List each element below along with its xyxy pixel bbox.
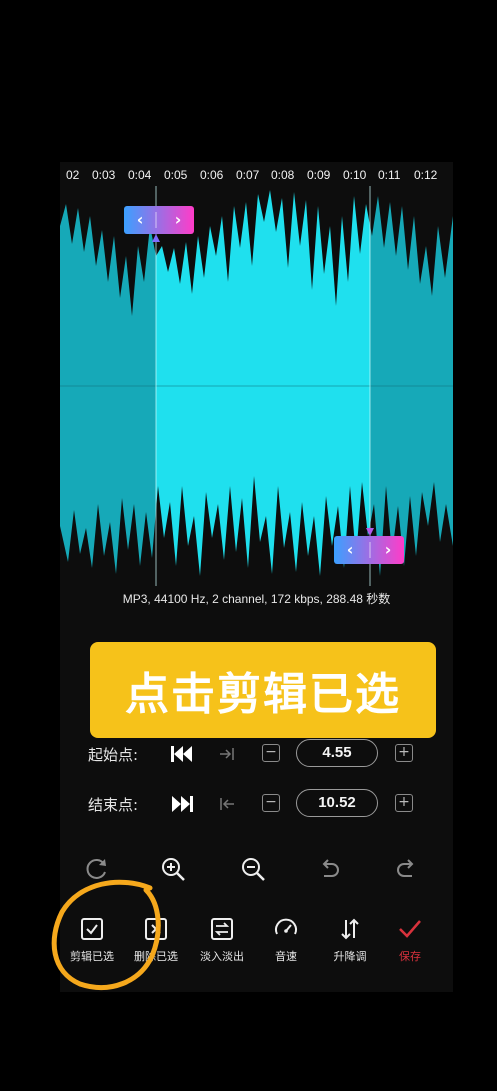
end-point-label: 结束点: — [88, 796, 139, 814]
set-start-icon[interactable] — [218, 745, 236, 763]
checkbox-icon — [81, 918, 103, 940]
end-point-row: 结束点: − 10.52 + — [60, 786, 453, 822]
tick-label: 0:10 — [343, 168, 367, 182]
bottom-toolbar: 剪辑已选 删除已选 淡入淡出 音速 升降调 保存 — [60, 910, 453, 992]
start-point-row: 起始点: − 4.55 + — [60, 736, 453, 772]
tick-label: 0:05 — [164, 168, 188, 182]
tick-label: 0:12 — [414, 168, 438, 182]
jump-to-end-icon[interactable] — [170, 794, 194, 814]
waveform[interactable]: ‹ › ‹ › — [60, 186, 453, 586]
chevron-left-icon: ‹ — [347, 540, 354, 559]
start-decrement-button[interactable]: − — [262, 744, 280, 762]
chevron-right-icon: › — [175, 210, 182, 229]
instruction-banner: 点击剪辑已选 — [90, 642, 436, 738]
delete-selected-button[interactable]: 删除已选 — [124, 916, 188, 964]
pitch-label: 升降调 — [333, 950, 367, 963]
delete-box-icon — [145, 918, 167, 940]
zoom-in-icon[interactable] — [160, 856, 186, 882]
tick-label: 0:07 — [236, 168, 260, 182]
tick-label: 0:04 — [128, 168, 152, 182]
fade-label: 淡入淡出 — [200, 950, 244, 963]
fade-icon — [211, 918, 233, 940]
start-point-label: 起始点: — [88, 746, 139, 764]
audio-info: MP3, 44100 Hz, 2 channel, 172 kbps, 288.… — [122, 592, 391, 606]
chevron-right-icon: › — [385, 540, 392, 559]
undo-icon[interactable] — [316, 856, 342, 882]
timeline-ruler: 02 0:03 0:04 0:05 0:06 0:07 0:08 0:09 0:… — [60, 162, 453, 188]
tick-label: 02 — [66, 168, 80, 182]
speed-button[interactable]: 音速 — [254, 916, 318, 964]
start-value-field[interactable]: 4.55 — [296, 739, 378, 767]
refresh-icon[interactable] — [84, 856, 110, 882]
save-button[interactable]: 保存 — [378, 916, 442, 964]
redo-icon[interactable] — [394, 856, 420, 882]
save-label: 保存 — [399, 950, 421, 963]
set-end-icon[interactable] — [218, 795, 236, 813]
end-increment-button[interactable]: + — [395, 794, 413, 812]
trim-selected-button[interactable]: 剪辑已选 — [60, 916, 124, 964]
tick-label: 0:03 — [92, 168, 116, 182]
pitch-button[interactable]: 升降调 — [318, 916, 382, 964]
speed-label: 音速 — [275, 950, 297, 963]
speedometer-icon — [275, 918, 297, 935]
delete-selected-label: 删除已选 — [134, 950, 178, 963]
audio-editor-screen: 02 0:03 0:04 0:05 0:06 0:07 0:08 0:09 0:… — [60, 162, 453, 992]
tool-row — [60, 850, 453, 886]
instruction-banner-text: 点击剪辑已选 — [125, 669, 401, 720]
jump-to-start-icon[interactable] — [170, 744, 194, 764]
tick-label: 0:11 — [378, 168, 401, 182]
pitch-icon — [341, 918, 359, 940]
start-increment-button[interactable]: + — [395, 744, 413, 762]
chevron-left-icon: ‹ — [137, 210, 144, 229]
check-icon — [399, 920, 421, 938]
end-decrement-button[interactable]: − — [262, 794, 280, 812]
fade-button[interactable]: 淡入淡出 — [190, 916, 254, 964]
tick-label: 0:06 — [200, 168, 224, 182]
tick-label: 0:08 — [271, 168, 295, 182]
tick-label: 0:09 — [307, 168, 331, 182]
zoom-out-icon[interactable] — [240, 856, 266, 882]
trim-selected-label: 剪辑已选 — [70, 950, 114, 963]
end-value-field[interactable]: 10.52 — [296, 789, 378, 817]
